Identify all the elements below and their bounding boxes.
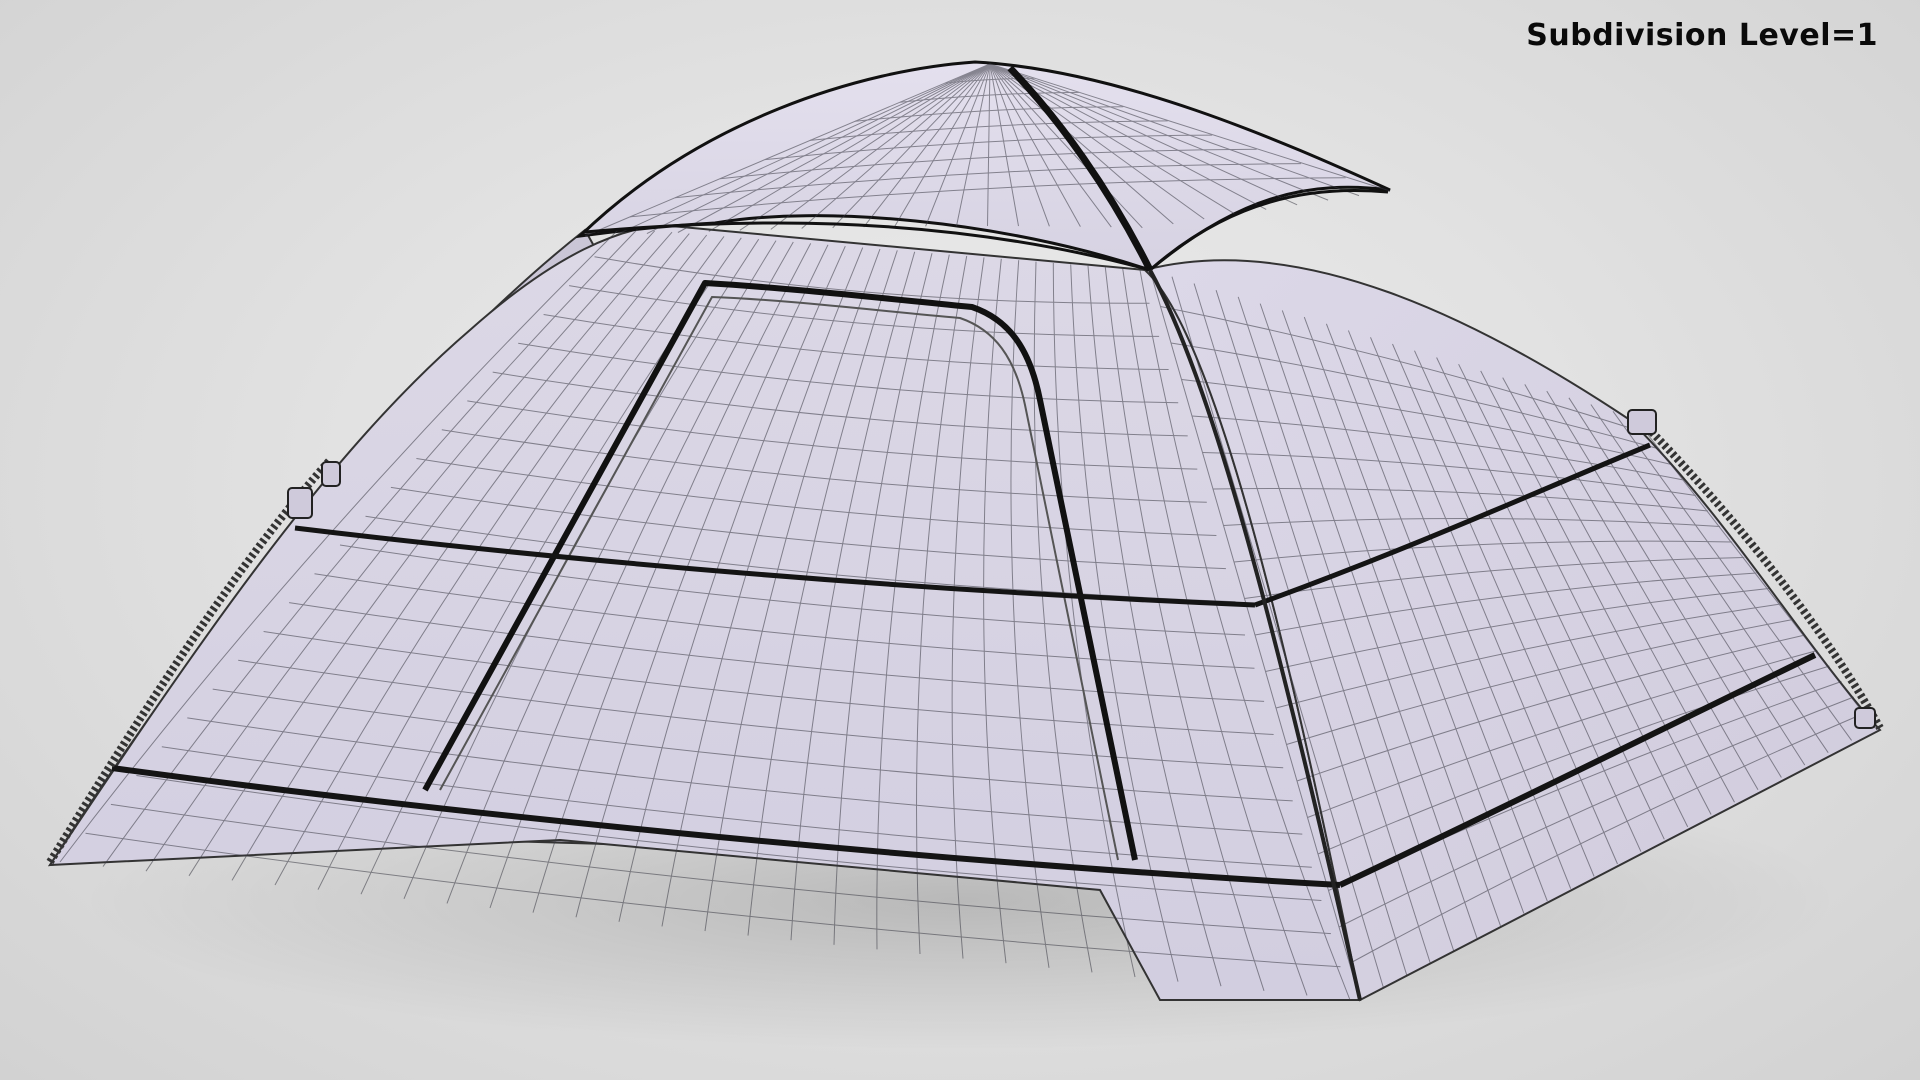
pole-clip-left-upper xyxy=(321,461,341,487)
pole-clip-right xyxy=(1627,409,1657,435)
subdivision-level-label: Subdivision Level=1 xyxy=(1526,18,1878,53)
pole-clip-left xyxy=(287,487,313,519)
pole-clip-right-lower xyxy=(1854,707,1876,729)
tent-wireframe-render xyxy=(46,60,1884,1050)
render-viewport: Subdivision Level=1 xyxy=(0,0,1920,1080)
